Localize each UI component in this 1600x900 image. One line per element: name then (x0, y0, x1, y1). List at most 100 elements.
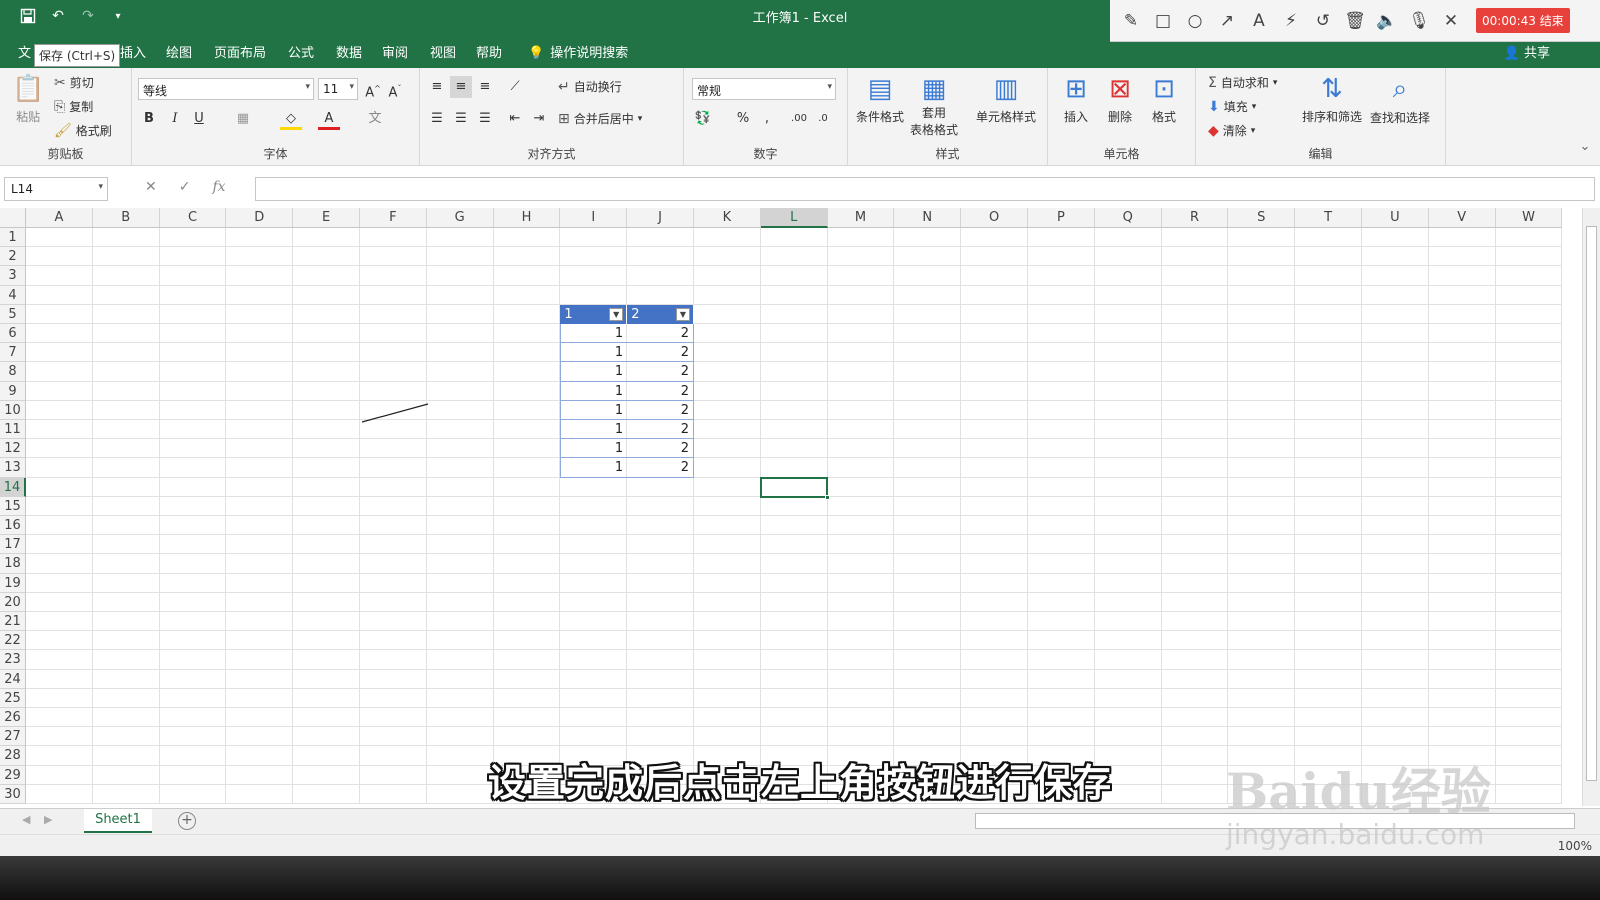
vertical-scrollbar[interactable] (1582, 208, 1600, 806)
table-icon: ▦ (921, 74, 947, 104)
italic-button[interactable]: I (164, 108, 186, 130)
formula-buttons: ✕ ✓ fx (145, 179, 226, 195)
video-subtitle: 设置完成后点击左上角按钮进行保存 (487, 761, 1112, 805)
rectangle-icon[interactable]: □ (1150, 8, 1176, 34)
find-select-button[interactable]: ⌕ 查找和选择 (1370, 74, 1430, 126)
align-top-icon[interactable]: ≡ (426, 76, 448, 98)
person-icon: 👤 (1503, 46, 1520, 61)
trash-icon[interactable]: 🗑 (1342, 8, 1368, 34)
align-bottom-icon[interactable]: ≡ (474, 76, 496, 98)
tab-8[interactable]: 帮助 (476, 42, 502, 61)
conditional-format-button[interactable]: ▤ 条件格式 (856, 74, 904, 125)
underline-button[interactable]: U (188, 108, 210, 130)
number-format-select[interactable]: 常规 ▾ (692, 78, 836, 100)
cell-styles-button[interactable]: ▥ 单元格样式 (976, 74, 1036, 125)
speaker-icon[interactable]: 🔈 (1374, 8, 1400, 34)
autosum-button[interactable]: Σ 自动求和 ▾ (1208, 74, 1277, 91)
vertical-scroll-thumb[interactable] (1586, 226, 1597, 781)
shrink-font-button[interactable]: Aˇ (384, 78, 406, 100)
magic-wand-icon[interactable]: ⚡ (1278, 8, 1304, 34)
decrease-decimal-icon[interactable]: .0 (812, 108, 834, 130)
arrow-icon[interactable]: ↗ (1214, 8, 1240, 34)
formula-bar: L14 ▾ ✕ ✓ fx (0, 172, 1600, 206)
insert-cells-button[interactable]: ⊞ 插入 (1064, 74, 1088, 125)
font-name-select[interactable]: 等线 ▾ (138, 78, 314, 100)
tab-3[interactable]: 页面布局 (214, 42, 266, 61)
fill-color-icon[interactable]: ◇ (280, 108, 302, 130)
format-painter-button[interactable]: 🖌 格式刷 (54, 122, 112, 139)
alignment-group: ≡ ≡ ≡ ⟋ ↵ 自动换行 ☰ ☰ ☰ ⇤ ⇥ ⊞ 合并后居中 ▾ 对齐方式 (420, 68, 684, 166)
circle-icon[interactable]: ○ (1182, 8, 1208, 34)
cells-group: ⊞ 插入 ⊠ 删除 ⊡ 格式 单元格 (1048, 68, 1196, 166)
ribbon: 📋 粘贴 ✂ 剪切 ⎘ 复制 🖌 格式刷 剪贴板 等线 ▾ 11 ▾ A^ Aˇ B I … (0, 68, 1600, 166)
border-icon[interactable]: ▦ (232, 108, 254, 130)
font-size-select[interactable]: 11 ▾ (318, 78, 358, 100)
align-right-icon[interactable]: ☰ (474, 108, 496, 130)
decrease-indent-icon[interactable]: ⇤ (504, 108, 526, 130)
tab-7[interactable]: 视图 (430, 42, 456, 61)
undo-icon[interactable]: ↺ (1310, 8, 1336, 34)
font-color-icon[interactable]: A (318, 108, 340, 130)
merge-icon: ⊞ (558, 110, 570, 127)
tab-1[interactable]: 插入 (120, 42, 146, 61)
editing-group: Σ 自动求和 ▾ ⬇ 填充 ▾ ◆ 清除 ▾ ⇅ 排序和筛选 ⌕ 查找和选择 编辑 (1196, 68, 1446, 166)
collapse-ribbon-icon[interactable]: ⌄ (1574, 136, 1596, 158)
worksheet-grid[interactable]: A B C D E F G H I J K L M N O P Q R S T U V W 1 2 3 4 5 6 7 8 9 10 11 12 13… (0, 208, 1568, 806)
format-cells-button[interactable]: ⊡ 格式 (1152, 74, 1176, 125)
conditional-format-icon: ▤ (867, 74, 893, 104)
close-icon[interactable]: ✕ (1438, 8, 1464, 34)
name-box[interactable]: L14 ▾ (4, 177, 108, 201)
clear-button[interactable]: ◆ 清除 ▾ (1208, 122, 1255, 139)
align-left-icon[interactable]: ☰ (426, 108, 448, 130)
delete-icon: ⊠ (1109, 74, 1131, 104)
align-center-icon[interactable]: ☰ (450, 108, 472, 130)
merge-center-button[interactable]: ⊞ 合并后居中 ▾ (558, 110, 642, 127)
increase-decimal-icon[interactable]: .00 (788, 108, 810, 130)
recording-timer[interactable]: 00:00:43 结束 (1476, 8, 1570, 33)
align-middle-icon[interactable]: ≡ (450, 76, 472, 98)
enter-icon[interactable]: ✓ (179, 179, 191, 195)
wrap-icon: ↵ (558, 78, 570, 95)
format-as-table-button[interactable]: ▦ 套用 表格格式 (910, 74, 958, 138)
font-group: 等线 ▾ 11 ▾ A^ Aˇ B I U ▦ ◇ A 文 字体 (132, 68, 420, 166)
tab-0[interactable]: 文 (18, 42, 31, 61)
tab-2[interactable]: 绘图 (166, 42, 192, 61)
fill-button[interactable]: ⬇ 填充 ▾ (1208, 98, 1256, 115)
microphone-icon[interactable]: 🎙 (1406, 8, 1432, 34)
grow-font-button[interactable]: A^ (362, 78, 384, 100)
sheet-tab-sheet1[interactable]: Sheet1 (84, 809, 152, 833)
formula-input[interactable] (255, 177, 1595, 201)
fill-down-icon: ⬇ (1208, 98, 1220, 115)
insert-function-button[interactable]: fx (212, 179, 225, 195)
tab-5[interactable]: 数据 (336, 42, 362, 61)
copy-icon: ⎘ (54, 98, 66, 115)
paste-button[interactable]: 📋 粘贴 (12, 74, 44, 125)
sort-filter-icon: ⇅ (1321, 74, 1343, 104)
phonetic-icon[interactable]: 文 (364, 108, 386, 130)
brush-icon: 🖌 (54, 122, 72, 139)
sheet-nav-right-icon[interactable]: ▶ (44, 813, 52, 826)
scissors-icon: ✂ (54, 74, 66, 91)
tell-me-search[interactable]: 💡 操作说明搜索 (528, 42, 628, 61)
comma-icon[interactable]: , (756, 108, 778, 130)
tab-6[interactable]: 审阅 (382, 42, 408, 61)
add-sheet-button[interactable]: + (178, 812, 196, 830)
percent-icon[interactable]: % (732, 108, 754, 130)
currency-icon[interactable]: 💱 (692, 108, 714, 130)
sort-filter-button[interactable]: ⇅ 排序和筛选 (1302, 74, 1362, 125)
copy-button[interactable]: ⎘ 复制 (54, 98, 93, 115)
sheet-nav-left-icon[interactable]: ◀ (22, 813, 30, 826)
save-tooltip: 保存 (Ctrl+S) (34, 44, 121, 67)
tab-4[interactable]: 公式 (288, 42, 314, 61)
share-button[interactable]: 👤 共享 (1504, 42, 1550, 61)
cut-button[interactable]: ✂ 剪切 (54, 74, 94, 91)
text-icon[interactable]: A (1246, 8, 1272, 34)
clipboard-group: 📋 粘贴 ✂ 剪切 ⎘ 复制 🖌 格式刷 剪贴板 (0, 68, 132, 166)
increase-indent-icon[interactable]: ⇥ (528, 108, 550, 130)
bold-button[interactable]: B (138, 108, 160, 130)
cancel-icon[interactable]: ✕ (145, 179, 157, 195)
wrap-text-button[interactable]: ↵ 自动换行 (558, 78, 622, 95)
orientation-icon[interactable]: ⟋ (504, 76, 526, 98)
pencil-icon[interactable]: ✎ (1118, 8, 1144, 34)
delete-cells-button[interactable]: ⊠ 删除 (1108, 74, 1132, 125)
